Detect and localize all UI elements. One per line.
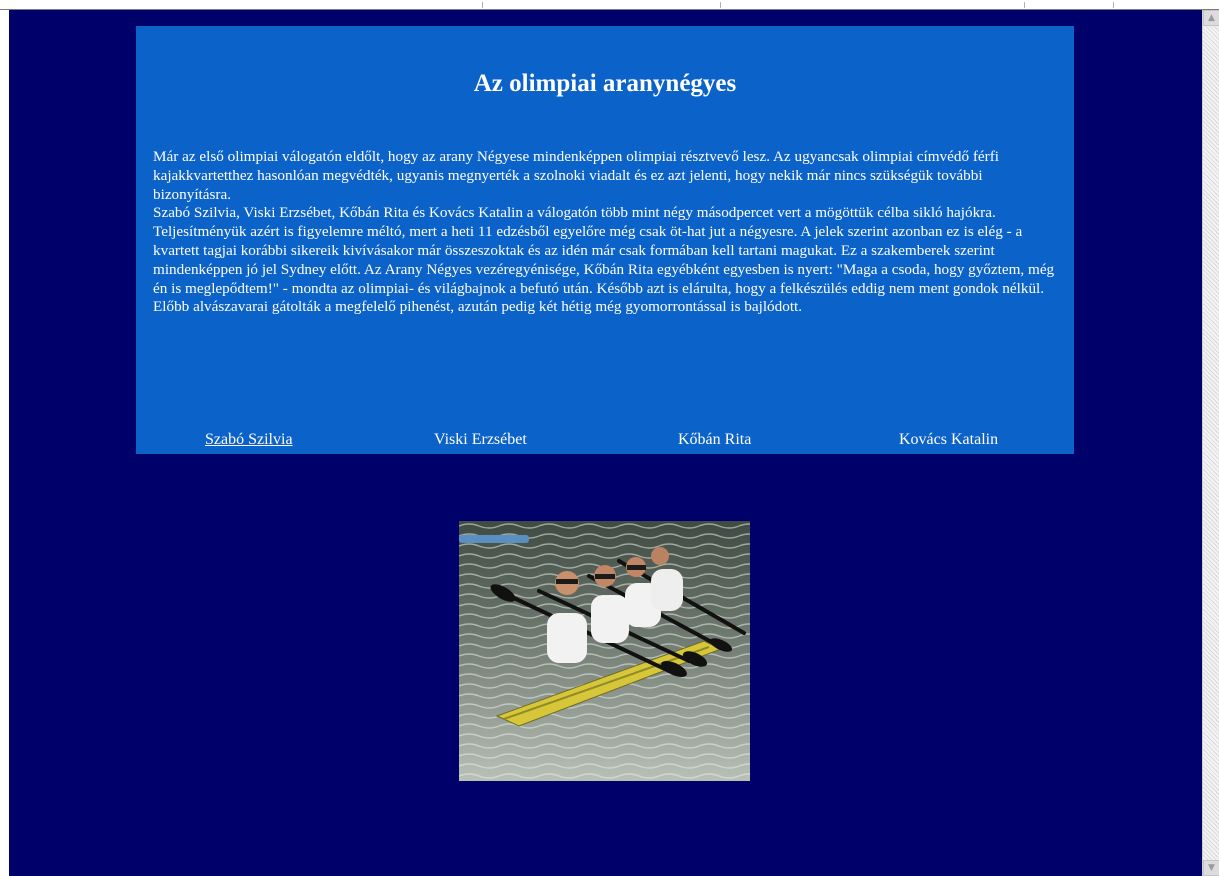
top-strip-divider [720, 2, 721, 8]
article-paragraph: Szabó Szilvia, Viski Erzsébet, Kőbán Rit… [153, 204, 1055, 316]
article-text: Már az első olimpiai válogatón eldőlt, h… [153, 148, 1059, 317]
top-strip-divider [1024, 2, 1025, 8]
vertical-scrollbar[interactable]: ▲ ▼ [1202, 10, 1219, 876]
kayak-crew-photo [459, 521, 750, 781]
article-panel: Az olimpiai aranynégyes Már az első olim… [136, 26, 1074, 454]
member-name-kovacs-katalin: Kovács Katalin [899, 431, 999, 448]
member-name-viski-erzsebet: Viski Erzsébet [434, 431, 527, 448]
top-strip-divider [1113, 2, 1114, 8]
top-strip-divider [482, 2, 483, 8]
article-paragraph: Már az első olimpiai válogatón eldőlt, h… [153, 148, 1000, 203]
page-body: Az olimpiai aranynégyes Már az első olim… [9, 10, 1202, 876]
scrollbar-track[interactable] [1203, 26, 1219, 860]
browser-top-strip [0, 0, 1219, 10]
scroll-up-icon[interactable]: ▲ [1203, 10, 1219, 26]
member-link-szabo-szilvia[interactable]: Szabó Szilvia [205, 431, 293, 449]
page-title: Az olimpiai aranynégyes [473, 70, 737, 97]
member-name-koban-rita: Kőbán Rita [678, 431, 752, 448]
scroll-down-icon[interactable]: ▼ [1203, 860, 1219, 876]
member-names-row: Szabó Szilvia Viski Erzsébet Kőbán Rita … [136, 431, 1074, 453]
